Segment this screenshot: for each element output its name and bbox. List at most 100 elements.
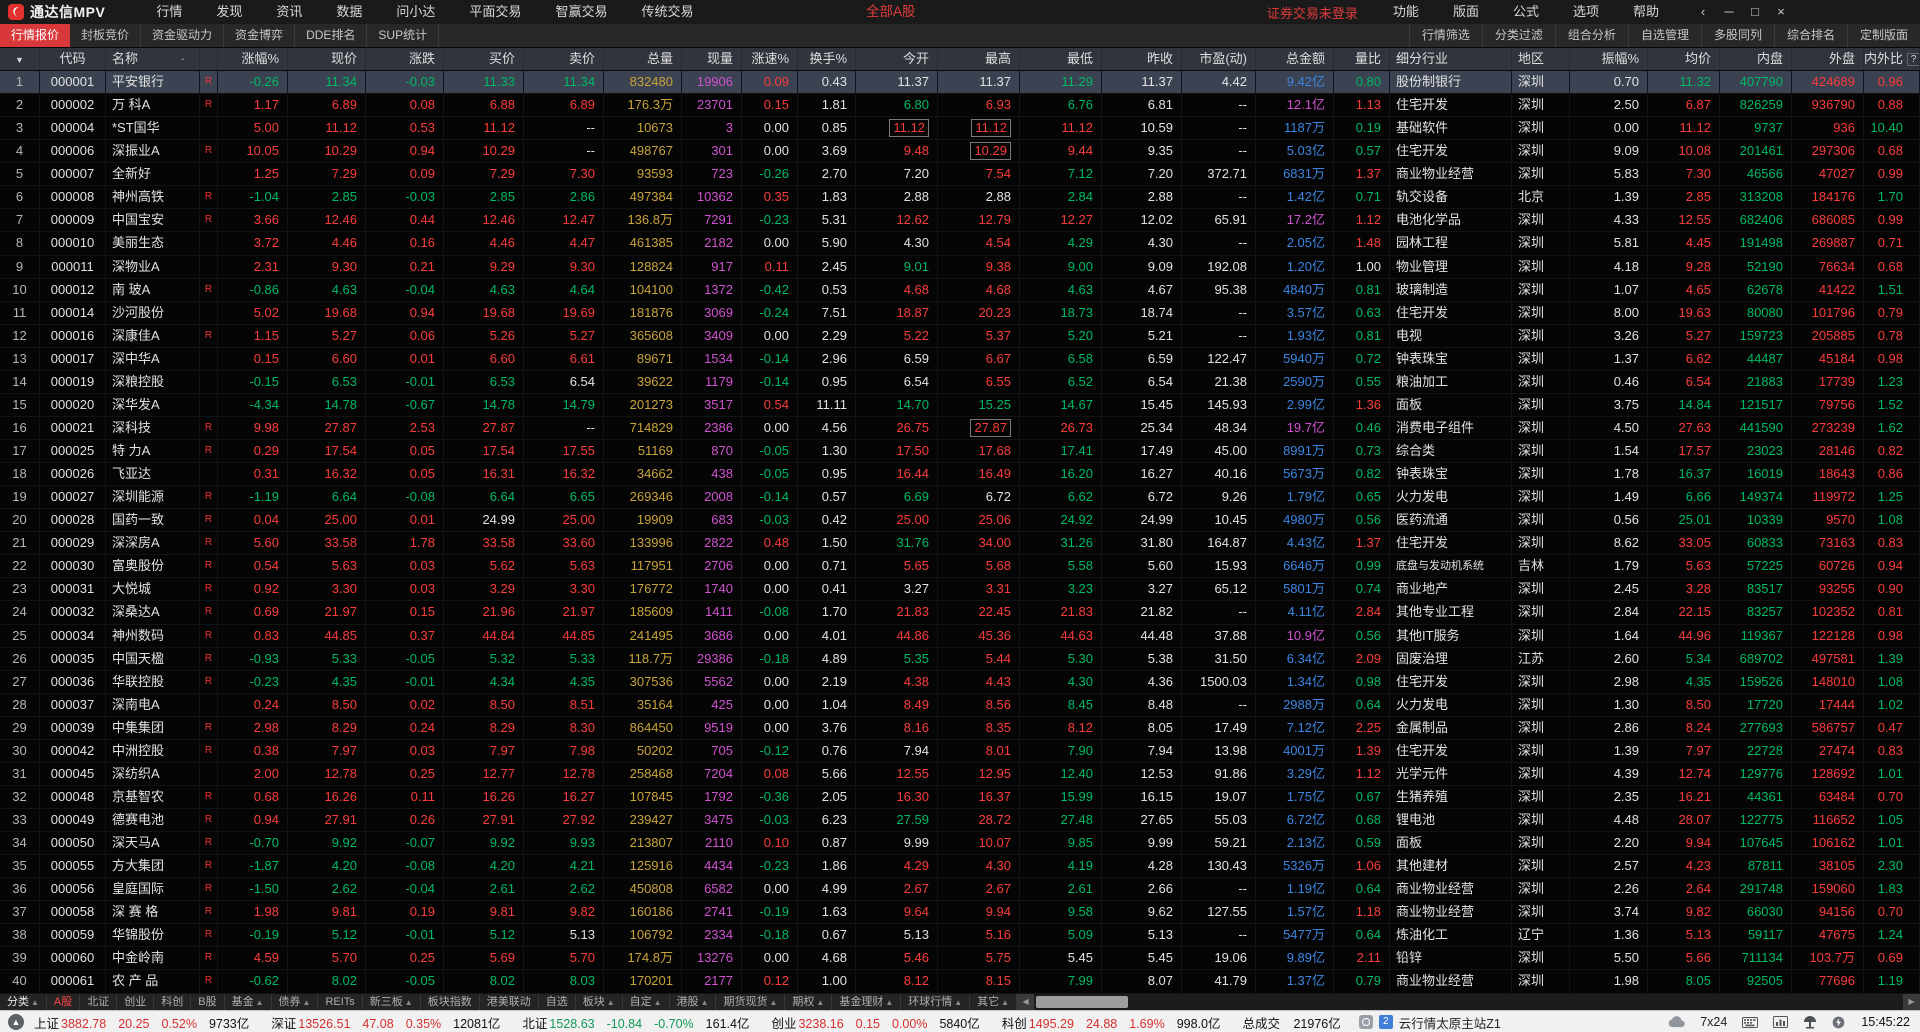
toolbar-tab-2[interactable]: 资金驱动力	[141, 24, 224, 47]
market-tab-3[interactable]: 创业	[117, 994, 154, 1010]
market-tab-2[interactable]: 北证	[80, 994, 117, 1010]
toolbar-tab-4[interactable]: DDE排名	[295, 24, 367, 47]
column-header-name[interactable]: 名称·	[106, 48, 200, 70]
market-tab-12[interactable]: 自选	[539, 994, 576, 1010]
market-tab-17[interactable]: 期权▲	[785, 994, 832, 1010]
menubar-item-6[interactable]: 智赢交易	[538, 0, 624, 24]
market-tab-0[interactable]: 分类▲	[0, 994, 47, 1010]
table-row[interactable]: 38000059华锦股份R-0.195.12-0.015.125.1310679…	[0, 924, 1920, 947]
index-segment-2[interactable]: 北证1528.63-10.84-0.70%161.4亿	[522, 1013, 749, 1032]
tabbar-scrollbar[interactable]	[1034, 994, 1903, 1010]
table-row[interactable]: 15000020深华发A-4.3414.78-0.6714.7814.79201…	[0, 394, 1920, 417]
table-row[interactable]: 14000019深粮控股-0.156.53-0.016.536.54396221…	[0, 371, 1920, 394]
market-tab-11[interactable]: 港美联动	[480, 994, 539, 1010]
system-menu-item-2[interactable]: 公式	[1496, 0, 1556, 24]
tabbar-scroll-thumb[interactable]	[1036, 996, 1128, 1008]
table-row[interactable]: 28000037深南电A0.248.500.028.508.5135164425…	[0, 694, 1920, 717]
table-row[interactable]: 9000011深物业A2.319.300.219.299.30128824917…	[0, 256, 1920, 279]
table-row[interactable]: 40000061农 产 品R-0.628.02-0.058.028.031702…	[0, 970, 1920, 993]
table-row[interactable]: 17000025特 力AR0.2917.540.0517.5417.555116…	[0, 440, 1920, 463]
market-tab-6[interactable]: 基金▲	[225, 994, 272, 1010]
market-tab-5[interactable]: B股	[191, 994, 224, 1010]
table-row[interactable]: 2000002万 科AR1.176.890.086.886.89176.3万23…	[0, 94, 1920, 117]
menubar-item-7[interactable]: 传统交易	[624, 0, 710, 24]
table-row[interactable]: 30000042中洲控股R0.387.970.037.977.985020270…	[0, 740, 1920, 763]
table-row[interactable]: 21000029深深房AR5.6033.581.7833.5833.601339…	[0, 532, 1920, 555]
table-row[interactable]: 7000009中国宝安R3.6612.460.4412.4612.47136.8…	[0, 209, 1920, 232]
menubar-item-5[interactable]: 平面交易	[452, 0, 538, 24]
market-tab-9[interactable]: 新三板▲	[363, 994, 421, 1010]
column-header-inner-vol[interactable]: 内盘	[1720, 48, 1792, 70]
market-tab-7[interactable]: 债券▲	[272, 994, 319, 1010]
system-menu-item-0[interactable]: 功能	[1376, 0, 1436, 24]
column-header-region[interactable]: 地区	[1512, 48, 1570, 70]
toolbar-tool-3[interactable]: 自选管理	[1628, 24, 1701, 47]
system-menu-item-3[interactable]: 选项	[1556, 0, 1616, 24]
table-row[interactable]: 34000050深天马AR-0.709.92-0.079.929.9321380…	[0, 832, 1920, 855]
column-header-amount[interactable]: 总金额	[1256, 48, 1334, 70]
column-header-change-pct[interactable]: 涨幅%	[218, 48, 288, 70]
column-header-turnover[interactable]: 换手%	[798, 48, 856, 70]
table-row[interactable]: 11000014沙河股份5.0219.680.9419.6819.6918187…	[0, 302, 1920, 325]
toolbar-tab-0[interactable]: 行情报价	[0, 24, 70, 47]
column-header-outer-vol[interactable]: 外盘	[1792, 48, 1864, 70]
table-row[interactable]: 35000055方大集团R-1.874.20-0.084.204.2112591…	[0, 855, 1920, 878]
menubar-item-1[interactable]: 发现	[199, 0, 259, 24]
tabbar-scroll-right-icon[interactable]: ▶	[1903, 994, 1920, 1010]
column-header-high[interactable]: 最高	[938, 48, 1020, 70]
toolbar-tab-5[interactable]: SUP统计	[367, 24, 439, 47]
table-row[interactable]: 31000045深纺织A2.0012.780.2512.7712.7825846…	[0, 763, 1920, 786]
table-row[interactable]: 10000012南 玻AR-0.864.63-0.044.634.6410410…	[0, 279, 1920, 302]
table-row[interactable]: 23000031大悦城R0.923.300.033.293.3017677217…	[0, 578, 1920, 601]
column-header-r-flag[interactable]	[200, 48, 218, 70]
tabbar-scroll-left-icon[interactable]: ◀	[1017, 994, 1034, 1010]
market-tab-13[interactable]: 板块▲	[576, 994, 623, 1010]
column-header-bid[interactable]: 买价	[444, 48, 524, 70]
keyboard-icon[interactable]	[1742, 1017, 1758, 1028]
column-header-prev-close[interactable]: 昨收	[1102, 48, 1182, 70]
close-icon[interactable]: ×	[1768, 0, 1794, 24]
column-header-change[interactable]: 涨跌	[366, 48, 444, 70]
table-row[interactable]: 1000001平安银行R-0.2611.34-0.0311.3311.34832…	[0, 71, 1920, 94]
table-row[interactable]: 33000049德赛电池R0.9427.910.2627.9127.922394…	[0, 809, 1920, 832]
table-row[interactable]: 24000032深桑达AR0.6921.970.1521.9621.971856…	[0, 601, 1920, 624]
table-row[interactable]: 39000060中金岭南R4.595.700.255.695.70174.8万1…	[0, 947, 1920, 970]
market-tab-14[interactable]: 自定▲	[623, 994, 670, 1010]
market-tab-8[interactable]: REITs	[318, 994, 362, 1010]
index-segment-3[interactable]: 创业3238.160.150.00%5840亿	[771, 1013, 979, 1032]
power-icon[interactable]	[1832, 1016, 1845, 1029]
market-tab-19[interactable]: 环球行情▲	[901, 994, 970, 1010]
market-tab-1[interactable]: A股	[47, 994, 80, 1010]
menubar-item-4[interactable]: 问小达	[379, 0, 452, 24]
table-row[interactable]: 20000028国药一致R0.0425.000.0124.9925.001990…	[0, 509, 1920, 532]
toolbar-tool-5[interactable]: 综合排名	[1774, 24, 1847, 47]
column-header-open[interactable]: 今开	[856, 48, 938, 70]
column-header-low[interactable]: 最低	[1020, 48, 1102, 70]
back-icon[interactable]: ‹	[1690, 0, 1716, 24]
column-header-code[interactable]: 代码	[40, 48, 106, 70]
column-header-volume[interactable]: 总量	[604, 48, 682, 70]
market-tab-20[interactable]: 其它▲	[970, 994, 1017, 1010]
help-icon[interactable]: ?	[1907, 53, 1920, 66]
table-row[interactable]: 8000010美丽生态3.724.460.164.464.47461385218…	[0, 232, 1920, 255]
message-badge[interactable]: 2	[1379, 1015, 1393, 1029]
menubar-item-2[interactable]: 资讯	[259, 0, 319, 24]
market-tab-15[interactable]: 港股▲	[670, 994, 717, 1010]
menubar-item-0[interactable]: 行情	[139, 0, 199, 24]
table-row[interactable]: 5000007全新好1.257.290.097.297.3093593723-0…	[0, 163, 1920, 186]
restore-icon[interactable]: □	[1742, 0, 1768, 24]
toolbar-tool-4[interactable]: 多股同列	[1701, 24, 1774, 47]
minimize-icon[interactable]: ─	[1716, 0, 1742, 24]
column-header-industry[interactable]: 细分行业	[1390, 48, 1512, 70]
table-row[interactable]: 4000006深振业AR10.0510.290.9410.29--4987673…	[0, 140, 1920, 163]
table-row[interactable]: 29000039中集集团R2.988.290.248.298.308644509…	[0, 717, 1920, 740]
chart-icon[interactable]	[1773, 1016, 1788, 1028]
signal-icon[interactable]	[1359, 1015, 1373, 1029]
collapse-chevron-icon[interactable]: ▲	[8, 1014, 24, 1030]
column-header-seq[interactable]: ▼	[0, 48, 40, 70]
index-segment-4[interactable]: 科创1495.2924.881.69%998.0亿	[1002, 1013, 1221, 1032]
toolbar-tab-1[interactable]: 封板竞价	[70, 24, 141, 47]
toolbar-tool-1[interactable]: 分类过滤	[1482, 24, 1555, 47]
column-header-amplitude[interactable]: 振幅%	[1570, 48, 1648, 70]
table-row[interactable]: 32000048京基智农R0.6816.260.1116.2616.271078…	[0, 786, 1920, 809]
